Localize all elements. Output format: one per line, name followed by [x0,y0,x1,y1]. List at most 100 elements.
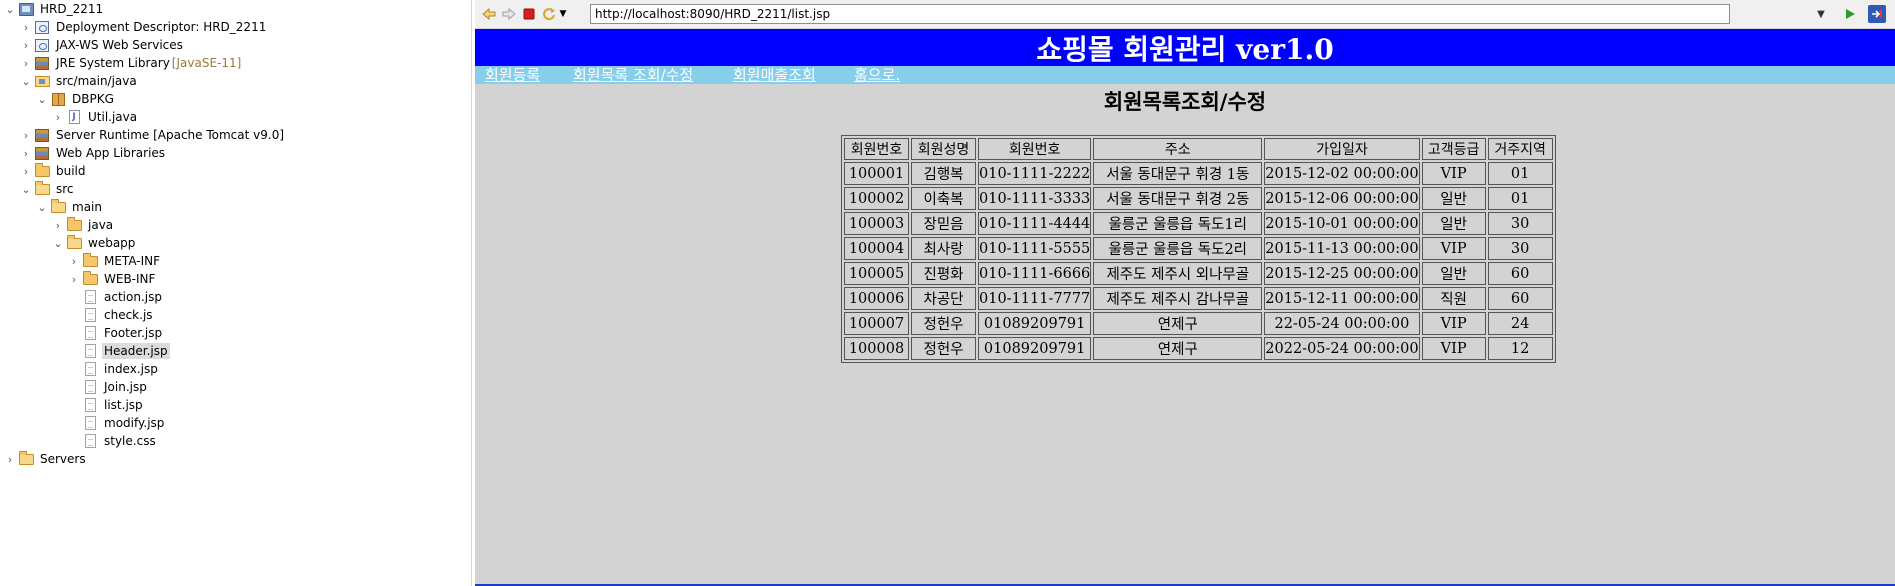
tree-item-index-jsp[interactable]: index.jsp [68,360,160,378]
tree-item-join-jsp[interactable]: Join.jsp [68,378,149,396]
tree-item-label: META-INF [104,254,161,268]
tree-item-label: HRD_2211 [40,2,104,16]
page-banner: 쇼핑몰 회원관리 ver1.0 [475,29,1895,66]
tree-item-src[interactable]: ⌄ src [20,180,76,198]
member-id-link[interactable]: 100006 [844,287,909,310]
java-file-icon: J [66,109,82,125]
table-cell: 서울 동대문구 휘경 2동 [1093,187,1263,210]
collapsed-chevron-icon[interactable]: › [52,216,64,234]
tree-item-modify-jsp[interactable]: modify.jsp [68,414,166,432]
back-icon[interactable] [480,5,498,23]
table-cell: 010-1111-4444 [978,212,1092,235]
web-page: 쇼핑몰 회원관리 ver1.0 회원등록 회원목록 조회/수정 회원매출조회 홈… [475,29,1895,586]
table-cell: 24 [1487,312,1553,335]
tree-item-style-css[interactable]: style.css [68,432,158,450]
nav-link-sales[interactable]: 회원매출조회 [733,66,816,84]
member-id-link[interactable]: 100003 [844,212,909,235]
expanded-chevron-icon[interactable]: ⌄ [36,90,48,108]
collapsed-chevron-icon[interactable]: › [68,270,80,288]
tree-item-check-js[interactable]: check.js [68,306,155,324]
tree-item-main[interactable]: ⌄ main [36,198,104,216]
collapsed-chevron-icon[interactable]: › [20,54,32,72]
member-id-link[interactable]: 100001 [844,162,909,185]
refresh-icon[interactable] [540,5,558,23]
expanded-chevron-icon[interactable]: ⌄ [20,180,32,198]
collapsed-chevron-icon[interactable]: › [20,162,32,180]
table-cell: 01 [1487,187,1553,210]
url-input[interactable] [590,4,1730,24]
tree-item-server-runtime-apache-tomcat-v9-0[interactable]: › Server Runtime [Apache Tomcat v9.0] [20,126,286,144]
folder-open-icon [50,198,66,215]
member-id-link[interactable]: 100008 [844,337,909,360]
collapsed-chevron-icon[interactable]: › [4,450,16,468]
expanded-chevron-icon[interactable]: ⌄ [36,198,48,216]
tree-item-deployment-descriptor-hrd-2211[interactable]: › Deployment Descriptor: HRD_2211 [20,18,268,36]
collapsed-chevron-icon[interactable]: › [20,18,32,36]
nav-link-home[interactable]: 홈으로. [854,66,900,84]
table-cell: VIP [1421,337,1486,360]
tree-item-web-inf[interactable]: › WEB-INF [68,270,157,288]
tree-item-label: Web App Libraries [56,146,166,160]
tree-item-jre-system-library[interactable]: › JRE System Library [JavaSE-11] [20,54,242,72]
collapsed-chevron-icon[interactable]: › [52,108,64,126]
table-cell: 2015-12-25 00:00:00 [1264,262,1420,285]
open-external-icon[interactable] [1868,5,1886,23]
tree-item-footer-jsp[interactable]: Footer.jsp [68,324,164,342]
expanded-chevron-icon[interactable]: ⌄ [20,72,32,90]
folder-icon [82,252,98,269]
tree-item-dbpkg[interactable]: ⌄ DBPKG [36,90,116,108]
table-cell: 서울 동대문구 휘경 1동 [1093,162,1263,185]
expanded-chevron-icon[interactable]: ⌄ [4,0,16,18]
member-id-link[interactable]: 100005 [844,262,909,285]
tree-item-java[interactable]: › java [52,216,115,234]
tree-item-label: Header.jsp [102,343,170,359]
go-icon[interactable] [1841,5,1859,23]
refresh-dropdown-icon[interactable]: ▼ [558,5,568,23]
table-row: 100007 정헌우 01089209791 연제구 22-05-24 00:00:00… [844,312,1553,335]
table-cell: 일반 [1421,212,1486,235]
tree-item-web-app-libraries[interactable]: › Web App Libraries [20,144,167,162]
table-cell: 30 [1487,237,1553,260]
expanded-chevron-icon[interactable]: ⌄ [52,234,64,252]
tree-item-hrd-2211[interactable]: ⌄ HRD_2211 [4,0,105,18]
forward-icon[interactable] [500,5,518,23]
collapsed-chevron-icon[interactable]: › [20,144,32,162]
member-table: 회원번호 회원성명 회원번호 주소 가입일자 고객등급 거주지역 100001 김행복 010-… [841,135,1556,363]
table-row: 100005 진평화 010-1111-6666 제주도 제주시 외나무골 2015-1… [844,262,1553,285]
tree-item-label: build [56,164,86,178]
tree-item-action-jsp[interactable]: action.jsp [68,288,164,306]
stop-icon[interactable] [520,5,538,23]
table-cell: VIP [1421,312,1486,335]
source-folder-icon [34,73,50,89]
member-id-link[interactable]: 100007 [844,312,909,335]
tree-item-util-java[interactable]: › J Util.java [52,108,139,126]
file-icon [82,415,98,431]
tree-item-webapp[interactable]: ⌄ webapp [52,234,137,252]
project-explorer: ⌄ HRD_2211 › Deployment Descriptor: HRD_221… [0,0,472,586]
tree-item-list-jsp[interactable]: list.jsp [68,396,145,414]
nav-link-register[interactable]: 회원등록 [485,66,540,84]
tree-item-servers[interactable]: › Servers [4,450,88,468]
table-cell: 정헌우 [911,337,976,360]
nav-link-member-list[interactable]: 회원목록 조회/수정 [573,66,693,84]
tree-item-src-main-java[interactable]: ⌄ src/main/java [20,72,139,90]
tree-item-meta-inf[interactable]: › META-INF [68,252,162,270]
tree-item-build[interactable]: › build [20,162,88,180]
table-cell: 01089209791 [978,312,1092,335]
collapsed-chevron-icon[interactable]: › [20,36,32,54]
collapsed-chevron-icon[interactable]: › [68,252,80,270]
page-title: 회원목록조회/수정 [1103,90,1267,114]
collapsed-chevron-icon[interactable]: › [20,126,32,144]
tree-item-jax-ws-web-services[interactable]: › JAX-WS Web Services [20,36,185,54]
tree-item-label: webapp [88,236,136,250]
table-cell: 일반 [1421,262,1486,285]
url-history-dropdown-icon[interactable]: ▼ [1812,4,1830,24]
member-id-link[interactable]: 100004 [844,237,909,260]
tree-item-header-jsp[interactable]: Header.jsp [68,342,170,360]
member-id-link[interactable]: 100002 [844,187,909,210]
tree-item-label: action.jsp [104,290,162,304]
table-cell: 12 [1487,337,1553,360]
